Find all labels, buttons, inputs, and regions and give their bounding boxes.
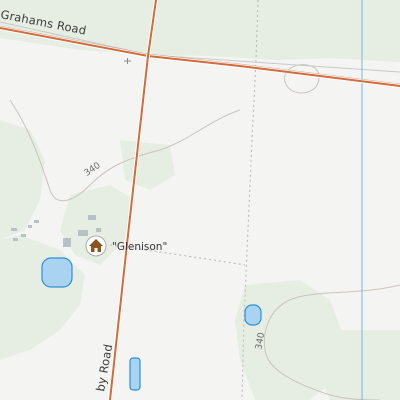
dam-small xyxy=(244,304,262,326)
map-canvas[interactable]: 340 340 Grahams Road by Road "Glenison" xyxy=(0,0,400,400)
dam-narrow xyxy=(129,357,141,391)
dam-large xyxy=(41,257,73,288)
place-label-glenison[interactable]: "Glenison" xyxy=(112,241,167,253)
homestead-icon[interactable] xyxy=(85,235,107,257)
map-layer: 340 340 Grahams Road by Road "Glenison" xyxy=(0,0,400,400)
